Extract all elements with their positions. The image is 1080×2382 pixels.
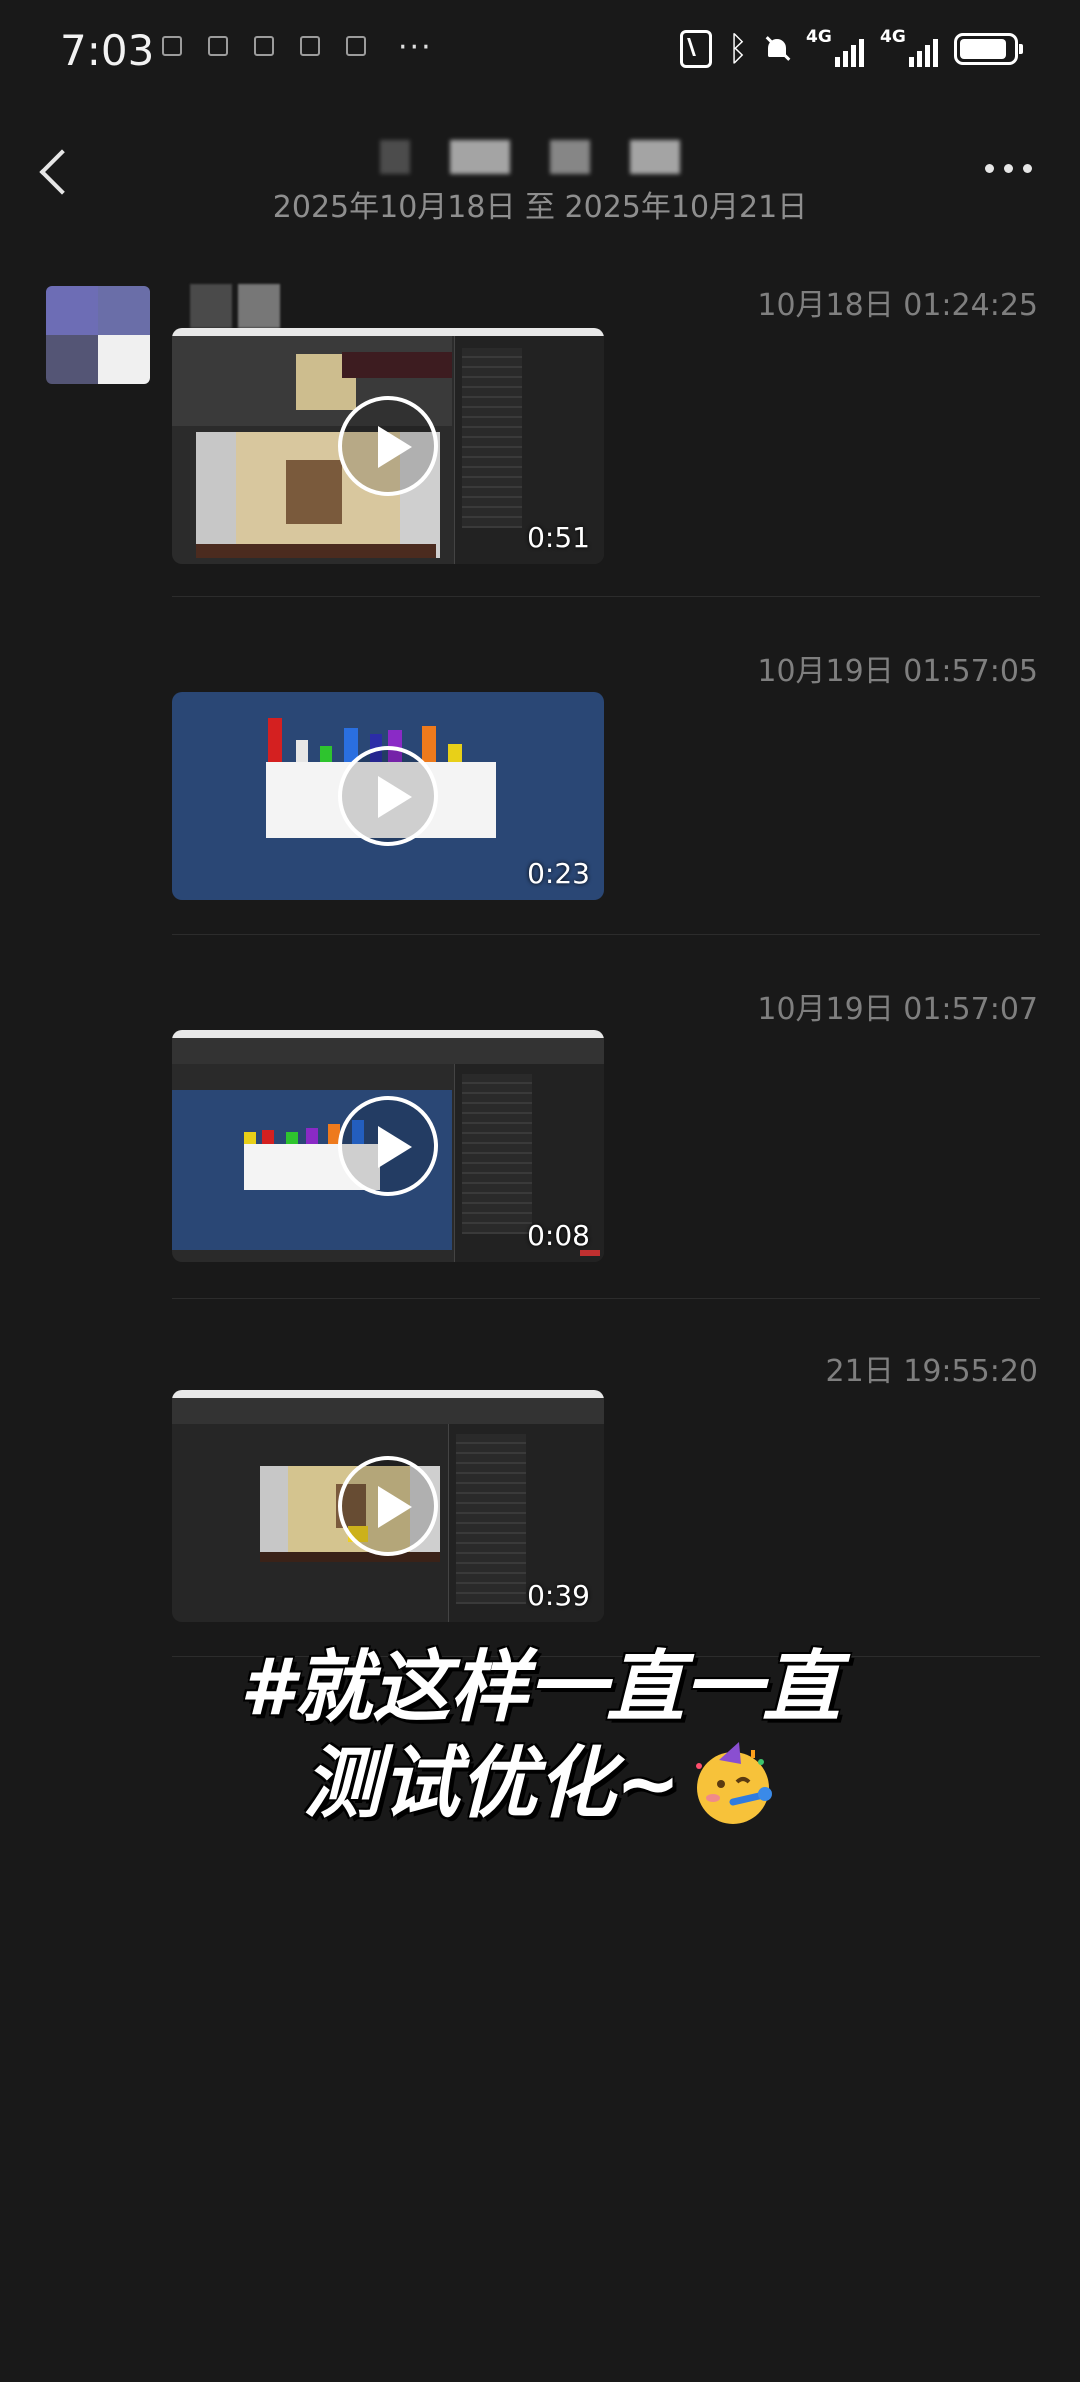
notification-icon	[162, 36, 182, 56]
caption-line-2: 测试优化~	[303, 1739, 681, 1829]
divider	[172, 596, 1040, 597]
divider	[172, 1298, 1040, 1299]
clock: 7:03	[60, 26, 155, 75]
message-timestamp: 21日 19:55:20	[825, 1354, 1038, 1389]
battery-level	[960, 39, 1007, 59]
blurred-sender-name	[190, 284, 280, 328]
bluetooth-icon: ᛒ	[727, 29, 748, 69]
avatar[interactable]	[46, 286, 150, 384]
video-duration: 0:08	[527, 1219, 590, 1252]
video-message[interactable]: 0:23	[172, 692, 604, 900]
status-bar: 7:03 ··· ᛒ 4G 4G	[0, 0, 1080, 100]
video-message[interactable]: 0:51	[172, 328, 604, 564]
message-timestamp: 10月19日 01:57:07	[757, 992, 1038, 1027]
chat-history-header: 2025年10月18日 至 2025年10月21日	[0, 120, 1080, 230]
message-timestamp: 10月19日 01:57:05	[757, 654, 1038, 689]
network-type-label: 4G	[806, 27, 832, 47]
overlay-caption: #就这样一直一直 测试优化~	[0, 1640, 1080, 1832]
caption-line-2-row: 测试优化~	[303, 1736, 776, 1832]
partying-face-emoji-icon	[689, 1740, 777, 1828]
play-icon[interactable]	[338, 1096, 438, 1196]
play-icon[interactable]	[338, 746, 438, 846]
status-icons: ᛒ 4G 4G	[679, 27, 1023, 69]
signal-icon: 4G	[880, 27, 938, 67]
play-icon[interactable]	[338, 396, 438, 496]
message-timestamp: 10月18日 01:24:25	[757, 288, 1038, 323]
mute-bell-icon	[764, 35, 790, 63]
notification-icon	[254, 36, 274, 56]
blurred-chat-title	[380, 140, 680, 174]
divider	[172, 934, 1040, 935]
notification-icon	[346, 36, 366, 56]
battery-icon	[954, 33, 1023, 65]
more-options-icon[interactable]	[985, 164, 1032, 173]
nfc-icon	[679, 30, 712, 68]
notification-icons	[162, 36, 366, 56]
video-duration: 0:51	[527, 521, 590, 554]
video-duration: 0:23	[527, 857, 590, 890]
network-type-label: 4G	[880, 27, 906, 47]
play-icon[interactable]	[338, 1456, 438, 1556]
notification-icon	[300, 36, 320, 56]
more-notifications-icon: ···	[398, 30, 433, 65]
video-message[interactable]: 0:39	[172, 1390, 604, 1622]
date-range: 2025年10月18日 至 2025年10月21日	[272, 190, 808, 225]
video-duration: 0:39	[527, 1579, 590, 1612]
signal-icon: 4G	[806, 27, 864, 67]
notification-icon	[208, 36, 228, 56]
caption-line-1: #就这样一直一直	[239, 1643, 841, 1733]
video-message[interactable]: 0:08	[172, 1030, 604, 1262]
